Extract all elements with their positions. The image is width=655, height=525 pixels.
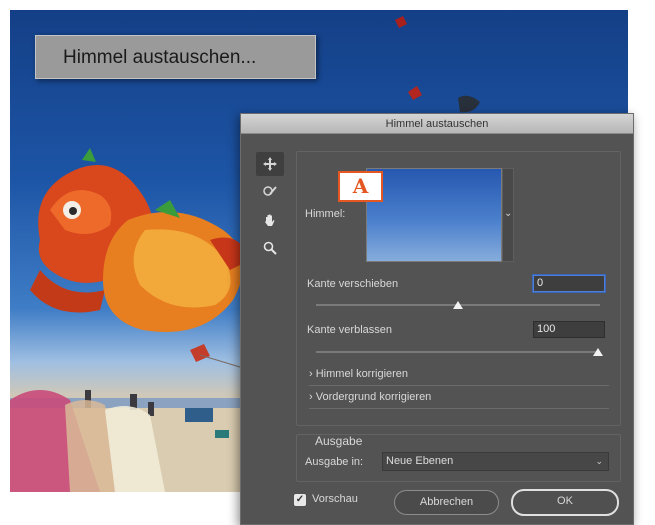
ok-button[interactable]: OK — [511, 489, 619, 516]
chevron-right-icon: › — [309, 391, 316, 403]
sky-brush-icon[interactable] — [256, 180, 284, 204]
cancel-button[interactable]: Abbrechen — [394, 490, 499, 515]
edge-shift-slider-thumb[interactable] — [453, 301, 463, 309]
edge-fade-slider-thumb[interactable] — [593, 348, 603, 356]
zoom-icon[interactable] — [256, 236, 284, 260]
callout-marker: A — [338, 171, 383, 202]
output-select-value: Neue Ebenen — [386, 455, 454, 467]
move-icon[interactable] — [256, 152, 284, 176]
sky-preview-thumbnail[interactable] — [366, 168, 502, 262]
sky-label: Himmel: — [305, 208, 346, 220]
chevron-down-icon[interactable]: ⌄ — [504, 208, 512, 219]
edge-shift-input[interactable]: 0 — [533, 275, 605, 292]
section-adjust-sky[interactable]: › Himmel korrigieren — [309, 368, 609, 386]
output-to-label: Ausgabe in: — [305, 456, 364, 468]
section-label: Vordergrund korrigieren — [315, 391, 432, 403]
dialog-title: Himmel austauschen — [241, 114, 633, 134]
replace-sky-dialog: Himmel austauschen Himmel: ⌄ Kante versc… — [240, 113, 634, 525]
output-select[interactable]: Neue Ebenen ⌄ — [382, 452, 609, 471]
edge-shift-label: Kante verschieben — [307, 278, 399, 290]
chevron-right-icon: › — [309, 368, 316, 380]
section-adjust-foreground[interactable]: › Vordergrund korrigieren — [309, 391, 609, 409]
edge-fade-label: Kante verblassen — [307, 324, 392, 336]
preview-label: Vorschau — [312, 493, 358, 505]
edge-fade-input[interactable]: 100 — [533, 321, 605, 338]
preview-checkbox[interactable]: ✓ — [294, 494, 306, 506]
output-group-label: Ausgabe — [315, 434, 363, 448]
edge-fade-slider-track[interactable] — [316, 351, 600, 353]
hand-icon[interactable] — [256, 208, 284, 232]
menu-item-replace-sky[interactable]: Himmel austauschen... — [35, 35, 316, 79]
chevron-down-icon: ⌄ — [595, 456, 603, 466]
section-label: Himmel korrigieren — [315, 368, 409, 380]
